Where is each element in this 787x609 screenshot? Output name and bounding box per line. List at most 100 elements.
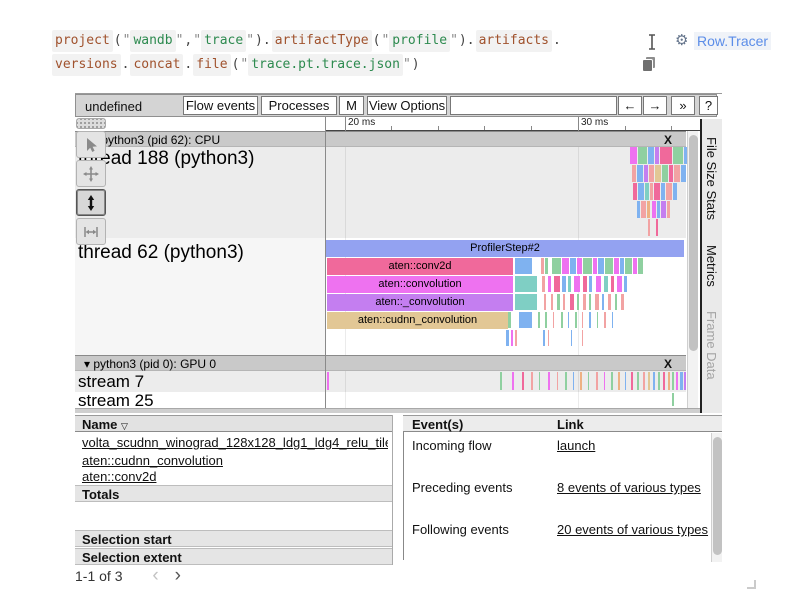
trace-event-bar[interactable] (522, 372, 524, 390)
result-link-cudnn-convolution[interactable]: aten::cudnn_convolution (82, 453, 223, 468)
analysis-divider[interactable] (75, 408, 722, 413)
trace-event-bar[interactable] (583, 258, 592, 274)
tab-frame-data[interactable]: Frame Data (704, 311, 719, 380)
trace-event-bar[interactable] (632, 165, 636, 182)
trace-event-bar[interactable] (561, 312, 563, 328)
trace-event-bar[interactable] (656, 219, 658, 236)
help-button[interactable]: ? (699, 96, 718, 115)
trace-event-bar[interactable] (580, 372, 582, 390)
trace-event-bar[interactable] (589, 276, 592, 292)
trace-event-bar[interactable] (637, 372, 639, 390)
trace-event-bar[interactable] (658, 372, 660, 390)
trace-event-bar[interactable] (548, 372, 550, 390)
trace-event-bar[interactable] (543, 330, 545, 346)
trace-event-bar[interactable] (620, 258, 624, 274)
trace-event-bar[interactable] (604, 276, 608, 292)
thread-62-label[interactable]: thread 62 (python3) (78, 242, 244, 264)
trace-event-bar[interactable] (557, 294, 560, 310)
timing-tool-button[interactable] (76, 218, 106, 245)
gear-icon[interactable]: ⚙ (675, 31, 688, 49)
trace-event-bar[interactable] (565, 372, 567, 390)
trace-event-bar[interactable] (508, 312, 511, 328)
trace-event-bar[interactable] (649, 165, 654, 182)
trace-event-bar[interactable] (638, 147, 647, 164)
trace-event-bar[interactable] (542, 276, 545, 292)
trace-event-bar[interactable] (621, 294, 624, 310)
gpu-close-button[interactable]: X (664, 357, 672, 371)
vertical-zoom-tool-button[interactable] (76, 189, 106, 216)
trace-event-bar[interactable] (515, 330, 517, 346)
trace-event-bar[interactable] (672, 372, 674, 390)
trace-event-bar[interactable] (548, 330, 549, 346)
trace-event-bar[interactable] (515, 258, 532, 274)
trace-event-bar[interactable] (568, 312, 569, 328)
trace-event-bar[interactable] (562, 258, 569, 274)
trace-event-bar[interactable] (666, 183, 672, 200)
trace-event-bar[interactable] (563, 294, 565, 310)
trace-event-bar[interactable] (506, 330, 509, 346)
trace-event-bar[interactable] (661, 201, 666, 218)
trace-event-bar[interactable] (545, 258, 548, 274)
trace-event-bar[interactable] (668, 372, 670, 390)
trace-event-bar[interactable] (645, 183, 649, 200)
following-events-link[interactable]: 20 events of various types (557, 522, 708, 537)
trace-event-bar[interactable] (650, 183, 653, 200)
result-link-conv2d[interactable]: aten::conv2d (82, 469, 156, 484)
trace-event-bar[interactable] (583, 276, 587, 292)
trace-event-bar[interactable] (595, 294, 599, 310)
cpu-close-button[interactable]: X (664, 133, 672, 147)
trace-event-bar[interactable] (631, 372, 633, 390)
trace-event-bar[interactable] (608, 294, 611, 310)
trace-event-bar[interactable] (582, 330, 583, 346)
tab-metrics[interactable]: Metrics (704, 245, 719, 287)
trace-event-bar[interactable] (589, 294, 591, 310)
trace-event-bar[interactable] (571, 330, 572, 346)
trace-event-bar[interactable] (657, 201, 660, 218)
trace-event-bar[interactable] (648, 147, 654, 164)
nav-prev-button[interactable]: ← (618, 96, 642, 115)
sort-triangle-icon[interactable]: ▽ (121, 421, 128, 431)
trace-event-bar[interactable] (604, 372, 605, 390)
select-tool-button[interactable] (76, 131, 106, 158)
trace-event-bar[interactable] (515, 294, 537, 310)
name-column-header[interactable]: Name ▽ (75, 415, 392, 432)
trace-event-bar[interactable] (597, 312, 598, 328)
trace-event-bar[interactable] (500, 372, 502, 390)
gpu-process-header[interactable]: ▾ python3 (pid 0): GPU 0 X (75, 355, 686, 371)
trace-event-bar[interactable] (596, 372, 598, 390)
trace-event-bar[interactable] (570, 258, 576, 274)
trace-event-bar[interactable] (684, 372, 686, 390)
trace-event-bar[interactable] (539, 372, 540, 390)
palette-drag-handle[interactable] (76, 118, 106, 129)
trace-event-bar[interactable] (681, 165, 686, 182)
trace-event-bar[interactable] (573, 372, 574, 390)
trace-event-bar[interactable] (617, 276, 622, 292)
tab-file-size-stats[interactable]: File Size Stats (704, 137, 719, 220)
trace-event-bar[interactable] (557, 372, 558, 390)
trace-event-bar[interactable] (624, 276, 627, 292)
trace-event-bar[interactable] (625, 372, 626, 390)
trace-event-bar[interactable] (551, 294, 553, 310)
trace-event-bar[interactable] (637, 201, 640, 218)
trace-event-bar[interactable] (605, 258, 613, 274)
trace-event-bar[interactable] (611, 276, 614, 292)
timeline-ruler[interactable]: 20 ms30 ms (326, 117, 700, 131)
trace-event-bar[interactable] (588, 372, 589, 390)
trace-event-bar[interactable] (570, 294, 574, 310)
trace-event-bar[interactable] (612, 312, 613, 328)
trace-event-bar[interactable] (604, 312, 606, 328)
trace-event-bar[interactable] (577, 258, 582, 274)
trace-event-bar[interactable] (538, 312, 540, 328)
trace-event-bar[interactable] (596, 276, 601, 292)
launch-link[interactable]: launch (557, 438, 595, 453)
trace-event-bar[interactable] (674, 165, 680, 182)
trace-event-bar[interactable] (654, 183, 660, 200)
flow-events-button[interactable]: Flow events (183, 96, 258, 115)
timeline-scrollbar[interactable] (687, 131, 698, 408)
collapse-triangle[interactable]: ▾ (84, 357, 90, 371)
m-button[interactable]: M (339, 96, 364, 115)
trace-event-bar[interactable] (515, 276, 537, 292)
nav-next-button[interactable]: → (643, 96, 667, 115)
trace-event-bar[interactable] (655, 165, 661, 182)
trace-event-bar[interactable] (643, 372, 645, 390)
